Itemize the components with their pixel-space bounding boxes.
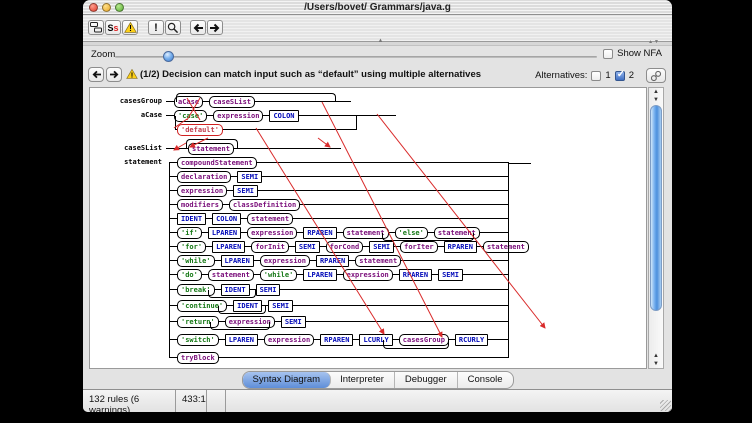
zoom-bar: Zoom Show NFA <box>83 46 672 64</box>
ideas-button[interactable]: ! <box>148 20 164 35</box>
arrow-left-icon <box>192 23 204 33</box>
diagram-icon <box>90 22 102 33</box>
scroll-down-icon[interactable]: ▼ <box>649 360 663 368</box>
diagram-connector <box>176 93 336 102</box>
diagram-connector <box>210 322 270 330</box>
scroll-up-icon[interactable]: ▲ <box>649 88 663 96</box>
window-title: /Users/bovet/ Grammars/java.g <box>83 2 672 13</box>
scroll-up-icon[interactable]: ▲ <box>649 352 663 360</box>
title-bar[interactable]: /Users/bovet/ Grammars/java.g <box>83 0 672 15</box>
rule-label-aCase[interactable]: aCase <box>92 111 162 119</box>
diagram-connector <box>383 340 449 349</box>
resize-grip[interactable] <box>660 400 671 411</box>
show-nfa-label: Show NFA <box>617 48 662 59</box>
previous-warning-button[interactable] <box>88 67 104 82</box>
zoom-slider[interactable] <box>115 56 597 58</box>
app-window: /Users/bovet/ Grammars/java.g Ss ! ! <box>83 0 672 412</box>
tab-bar: Syntax Diagram Interpreter Debugger Cons… <box>83 371 672 389</box>
diagram-connector <box>208 290 256 298</box>
back-button[interactable] <box>190 20 206 35</box>
warnings-button[interactable]: ! <box>122 20 138 35</box>
warning-bar: ! (1/2) Decision can match input such as… <box>83 64 672 86</box>
diagram-connector <box>382 233 474 241</box>
forward-button[interactable] <box>207 20 223 35</box>
diagram-surface: casesGroupaCasecaseSListaCase'case'expre… <box>90 88 647 368</box>
svg-text:!: ! <box>131 70 134 79</box>
alternative-1-label: 1 <box>605 70 610 81</box>
alternative-1-checkbox[interactable] <box>591 71 601 81</box>
syntax-coloring-button[interactable]: Ss <box>105 20 121 35</box>
alternative-2-label: 2 <box>629 70 634 81</box>
rule-label-casesGroup[interactable]: casesGroup <box>92 97 162 105</box>
svg-text:!: ! <box>129 24 132 33</box>
arrow-right-icon <box>109 70 120 79</box>
arrow-right-icon <box>209 23 221 33</box>
warning-icon: ! <box>126 69 139 80</box>
rule-label-statement[interactable]: statement <box>92 158 162 166</box>
caret-position-status: 433:1 <box>176 390 207 412</box>
tab-console[interactable]: Console <box>458 372 513 388</box>
exclamation-icon: ! <box>154 22 158 34</box>
rule-label-caseSList[interactable]: caseSList <box>92 144 162 152</box>
diagram-connector <box>186 139 238 149</box>
show-nfa-checkbox[interactable] <box>603 49 613 59</box>
diagram-connector <box>509 163 531 164</box>
toolbar-stepper-icon[interactable]: ▲▼ <box>648 39 660 45</box>
arrow-left-icon <box>91 70 102 79</box>
alternative-2-checkbox[interactable] <box>615 71 625 81</box>
magnifier-icon <box>167 22 179 34</box>
tab-interpreter[interactable]: Interpreter <box>330 372 395 388</box>
find-button[interactable] <box>165 20 181 35</box>
rules-count-status: 132 rules (6 warnings) <box>83 390 176 412</box>
tab-debugger[interactable]: Debugger <box>395 372 458 388</box>
goto-rule-button[interactable] <box>646 68 666 83</box>
warning-message: (1/2) Decision can match input such as “… <box>140 69 481 80</box>
rules-list-button[interactable] <box>88 20 104 35</box>
scroll-down-icon[interactable]: ▼ <box>649 96 663 104</box>
zoom-label: Zoom <box>91 49 115 60</box>
toolbar-collapse-caret[interactable]: ▲ <box>378 38 384 44</box>
diagram-connector <box>218 306 266 314</box>
next-warning-button[interactable] <box>106 67 122 82</box>
zoom-slider-thumb[interactable] <box>163 51 174 62</box>
scrollbar-thumb[interactable] <box>650 105 662 311</box>
status-bar: 132 rules (6 warnings) 433:1 <box>83 389 672 412</box>
vertical-scrollbar[interactable]: ▲ ▼ ▲ ▼ <box>648 87 664 369</box>
warning-icon: ! <box>124 22 137 33</box>
syntax-coloring-icon: Ss <box>107 23 118 33</box>
syntax-diagram-canvas[interactable]: casesGroupaCasecaseSListaCase'case'expre… <box>89 87 647 369</box>
tab-syntax-diagram[interactable]: Syntax Diagram <box>242 372 331 388</box>
diagram-connector <box>175 116 357 130</box>
status-spacer <box>207 390 226 412</box>
alternatives-label: Alternatives: <box>535 70 587 81</box>
link-icon <box>650 70 662 82</box>
